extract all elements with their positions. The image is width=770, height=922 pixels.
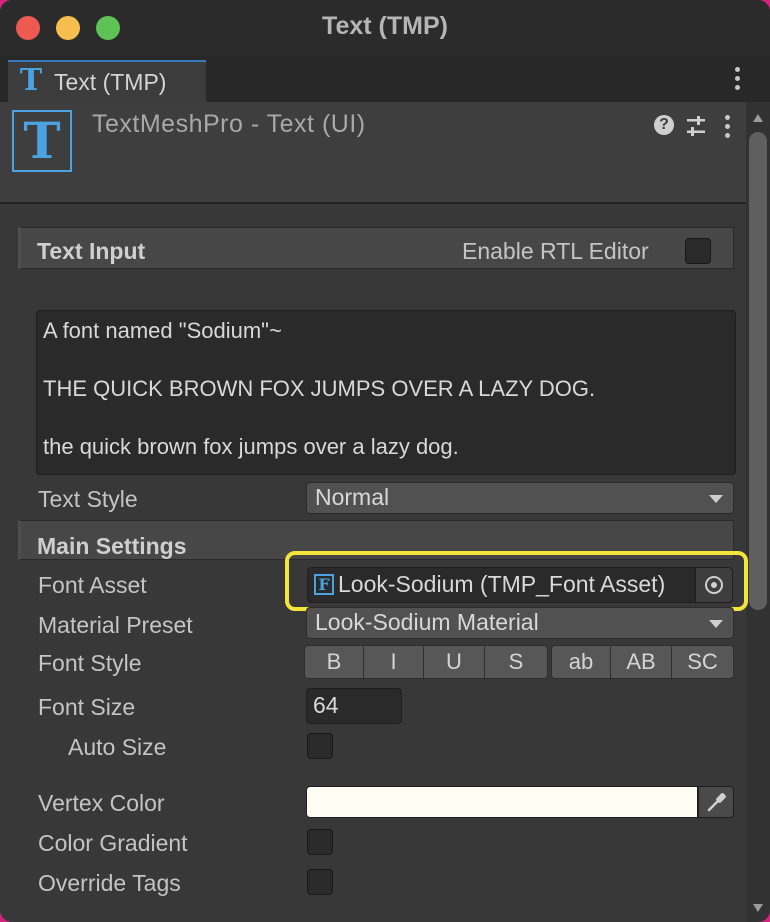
text-input-title: Text Input — [37, 238, 146, 264]
rtl-editor-label: Enable RTL Editor — [462, 238, 649, 264]
scrollbar-thumb[interactable] — [749, 132, 767, 610]
tab-label: Text (TMP) — [54, 69, 167, 95]
font-size-input[interactable]: 64 — [306, 688, 402, 724]
text-line: A font named "Sodium"~ — [43, 318, 282, 343]
vertex-color-label: Vertex Color — [38, 790, 165, 816]
override-tags-checkbox[interactable] — [307, 869, 333, 895]
material-preset-label: Material Preset — [38, 612, 193, 638]
auto-size-checkbox[interactable] — [307, 733, 333, 759]
text-style-label: Text Style — [38, 486, 138, 512]
component-menu-icon[interactable] — [725, 115, 731, 142]
scroll-up-arrow-icon[interactable] — [753, 114, 763, 122]
text-line: THE QUICK BROWN FOX JUMPS OVER A LAZY DO… — [43, 376, 596, 401]
tab-menu-icon[interactable] — [735, 67, 741, 94]
tmp-text-icon: T — [19, 63, 43, 98]
override-tags-label: Override Tags — [38, 870, 181, 896]
vertex-color-swatch[interactable] — [306, 786, 698, 818]
text-input-area[interactable]: A font named "Sodium"~ THE QUICK BROWN F… — [36, 310, 736, 475]
font-style-italic-button[interactable]: I — [363, 645, 424, 679]
tab-bar: T Text (TMP) — [0, 56, 770, 102]
font-asset-highlight — [285, 551, 748, 611]
tab-text-tmp[interactable]: T Text (TMP) — [8, 60, 206, 102]
presets-icon[interactable] — [686, 116, 706, 136]
chevron-down-icon — [709, 495, 723, 503]
eyedropper-icon — [707, 793, 726, 812]
text-style-value: Normal — [315, 484, 390, 510]
font-style-underline-button[interactable]: U — [423, 645, 485, 679]
font-asset-label: Font Asset — [38, 572, 147, 598]
eyedropper-button[interactable] — [698, 786, 734, 818]
help-icon[interactable]: ? — [654, 115, 674, 135]
font-style-lowercase-button[interactable]: ab — [551, 645, 611, 679]
scroll-down-arrow-icon[interactable] — [753, 904, 763, 912]
component-title: TextMeshPro - Text (UI) — [92, 110, 366, 138]
material-preset-value: Look-Sodium Material — [315, 609, 539, 635]
title-bar: Text (TMP) — [0, 0, 770, 56]
tmp-component-icon: T — [12, 110, 72, 172]
font-style-bold-button[interactable]: B — [304, 645, 364, 679]
color-gradient-label: Color Gradient — [38, 830, 188, 856]
font-style-label: Font Style — [38, 650, 142, 676]
main-settings-title: Main Settings — [37, 533, 187, 559]
vertical-scrollbar[interactable] — [746, 102, 770, 922]
font-style-smallcaps-button[interactable]: SC — [671, 645, 734, 679]
material-preset-dropdown[interactable]: Look-Sodium Material — [306, 607, 734, 639]
chevron-down-icon — [709, 620, 723, 628]
text-style-dropdown[interactable]: Normal — [306, 482, 734, 514]
font-style-uppercase-button[interactable]: AB — [610, 645, 672, 679]
text-line: the quick brown fox jumps over a lazy do… — [43, 434, 459, 459]
text-input-section-header[interactable]: Text Input Enable RTL Editor — [18, 227, 734, 269]
rtl-editor-checkbox[interactable] — [685, 238, 711, 264]
window-title: Text (TMP) — [322, 12, 448, 40]
font-size-label: Font Size — [38, 694, 136, 720]
component-header: T TextMeshPro - Text (UI) ? — [0, 102, 746, 204]
font-style-strikethrough-button[interactable]: S — [484, 645, 548, 679]
inspector-window: Text (TMP) T Text (TMP) T TextMeshPro - … — [0, 0, 770, 922]
auto-size-label: Auto Size — [68, 734, 167, 760]
color-gradient-checkbox[interactable] — [307, 829, 333, 855]
